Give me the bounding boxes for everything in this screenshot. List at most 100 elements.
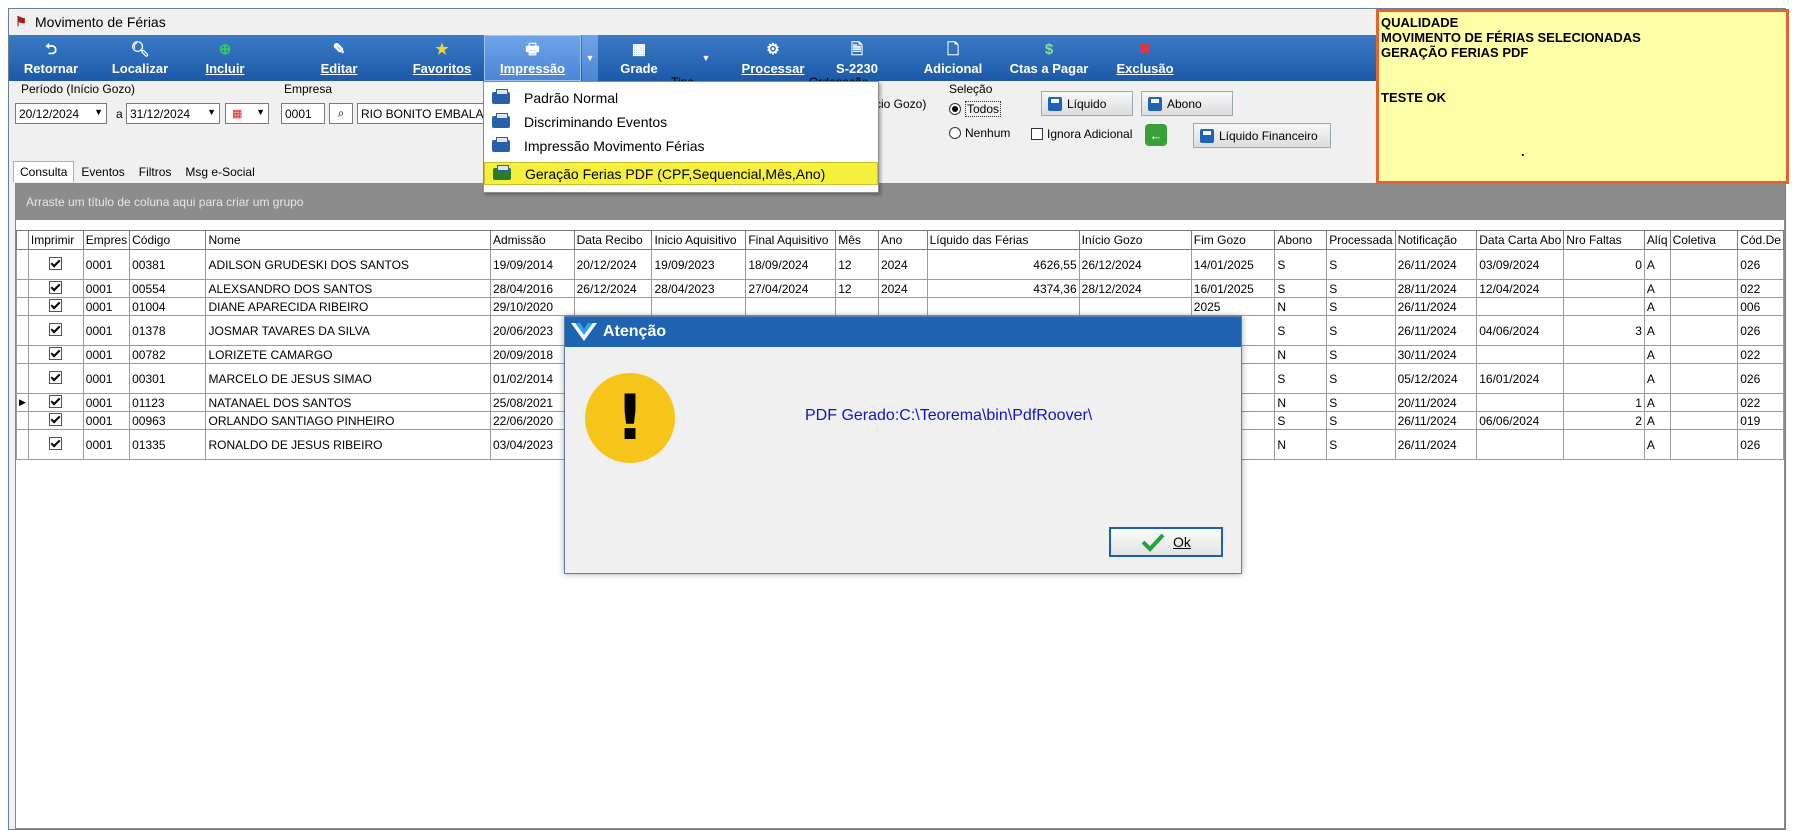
tab-filtros[interactable]: Filtros (132, 161, 179, 183)
red-x-icon: ✖ (1138, 40, 1152, 58)
cell-mes (835, 297, 879, 316)
table-row[interactable]: 0001 00381 ADILSON GRUDESKI DOS SANTOS 19/0… (16, 249, 1784, 280)
menu-item-geracao-pdf[interactable]: Geração Ferias PDF (CPF,Sequencial,Mês,A… (484, 162, 878, 185)
radio-todos[interactable]: Todos (949, 101, 1002, 117)
column-header[interactable]: Cód.De (1737, 230, 1784, 250)
edit-icon: ✎ (332, 40, 346, 58)
imprimir-checkbox[interactable] (27, 393, 84, 412)
editar-button[interactable]: ✎ Editar (309, 35, 369, 81)
date-to-combo[interactable]: 31/12/2024 ▼ (126, 103, 220, 124)
adicional-button[interactable]: 🗋 Adicional (915, 35, 991, 81)
cell-carta: 16/01/2024 (1476, 363, 1565, 394)
imprimir-checkbox[interactable] (27, 429, 84, 460)
ctas-a-pagar-button[interactable]: $ Ctas a Pagar (999, 35, 1099, 81)
imprimir-checkbox[interactable] (27, 411, 84, 430)
column-header[interactable]: Fim Gozo (1190, 230, 1276, 250)
cell-faltas: 0 (1563, 249, 1645, 280)
menu-item-discriminando-eventos[interactable]: Discriminando Eventos (484, 110, 878, 133)
empresa-name-field[interactable]: RIO BONITO EMBALAG (357, 103, 497, 124)
menu-item-padrao-normal[interactable]: Padrão Normal (484, 86, 878, 109)
cell-col (1669, 363, 1739, 394)
print-menu: Padrão Normal Discriminando Eventos Impr… (483, 81, 879, 193)
column-header[interactable]: Nro Faltas (1563, 230, 1645, 250)
cell-carta: 04/06/2024 (1476, 315, 1565, 346)
imprimir-checkbox[interactable] (27, 249, 84, 280)
column-header[interactable]: Ano (877, 230, 928, 250)
grade-button[interactable]: ▦ Grade (602, 35, 676, 81)
row-indicator (16, 249, 29, 280)
calendar-button[interactable]: ▦ ▼ (225, 103, 269, 124)
empresa-code-field[interactable]: 0001 (281, 103, 325, 124)
tab-consulta[interactable]: Consulta (13, 161, 75, 182)
cell-faltas (1563, 297, 1645, 316)
column-header[interactable]: Data Carta Abo (1476, 230, 1565, 250)
ignora-adicional-checkbox[interactable]: Ignora Adicional (1031, 127, 1132, 141)
liquido-financeiro-button[interactable]: Líquido Financeiro (1193, 123, 1331, 148)
column-header[interactable]: Mês (835, 230, 879, 250)
column-header[interactable]: Processada (1326, 230, 1396, 250)
impressao-dropdown-button[interactable]: ▼ (582, 35, 598, 81)
app-icon: ⚑ (15, 14, 27, 29)
cell-nome: MARCELO DE JESUS SIMAO (205, 363, 491, 394)
cell-ig (1078, 297, 1192, 316)
column-header[interactable]: Líquido das Férias (926, 230, 1080, 250)
column-header[interactable]: Alíq (1643, 230, 1671, 250)
cell-liq: 4374,36 (926, 279, 1080, 298)
check-icon (49, 394, 63, 408)
cell-aliq: A (1643, 297, 1671, 316)
cell-faltas: 3 (1563, 315, 1645, 346)
plus-circle-icon: ⊕ (218, 40, 232, 58)
cell-proc: S (1326, 249, 1396, 280)
column-header[interactable]: Admissão (489, 230, 575, 250)
column-header[interactable]: Abono (1274, 230, 1328, 250)
table-row[interactable]: 0001 01004 DIANE APARECIDA RIBEIRO 29/10/20… (16, 297, 1784, 316)
imprimir-checkbox[interactable] (27, 363, 84, 394)
row-indicator (16, 279, 29, 298)
column-header[interactable]: Notificação (1394, 230, 1478, 250)
column-header[interactable]: Empres (82, 230, 131, 250)
cell-col (1669, 393, 1739, 412)
radio-nenhum[interactable]: Nenhum (949, 126, 1010, 140)
cell-emp: 0001 (82, 249, 131, 280)
column-header[interactable] (16, 230, 29, 250)
abono-button[interactable]: Abono (1141, 91, 1233, 116)
column-header[interactable]: Inicio Aquisitivo (651, 230, 747, 250)
printer-icon: 🖶 (525, 40, 540, 58)
ok-button[interactable]: Ok (1109, 527, 1223, 557)
column-header[interactable]: Final Aquisitivo (745, 230, 837, 250)
column-header[interactable]: Coletiva (1669, 230, 1739, 250)
date-from-combo[interactable]: 20/12/2024 ▼ (15, 103, 107, 124)
tab-eventos[interactable]: Eventos (74, 161, 131, 183)
grade-dropdown-button[interactable]: ▼ (699, 35, 713, 81)
impressao-button[interactable]: 🖶 Impressão (484, 35, 581, 81)
incluir-button[interactable]: ⊕ Incluir (195, 35, 255, 81)
favoritos-button[interactable]: ★ Favoritos (403, 35, 481, 81)
imprimir-checkbox[interactable] (27, 345, 84, 364)
cell-col (1669, 279, 1739, 298)
imprimir-checkbox[interactable] (27, 279, 84, 298)
back-arrow-icon[interactable]: ← (1145, 124, 1167, 146)
processar-button[interactable]: ⚙ Processar (725, 35, 821, 81)
group-by-area[interactable]: Arraste um título de coluna aqui para cr… (16, 184, 1784, 220)
column-header[interactable]: Nome (205, 230, 491, 250)
imprimir-checkbox[interactable] (27, 297, 84, 316)
retornar-button[interactable]: ⮌ Retornar (19, 35, 83, 81)
imprimir-checkbox[interactable] (27, 315, 84, 346)
cell-cd: 026 (1737, 363, 1784, 394)
cell-iaq: 19/09/2023 (651, 249, 747, 280)
localizar-button[interactable]: 🔍︎ Localizar (103, 35, 177, 81)
column-header[interactable]: Início Gozo (1078, 230, 1192, 250)
liquido-button[interactable]: Líquido (1041, 91, 1133, 116)
column-header[interactable]: Código (129, 230, 207, 250)
empresa-search-button[interactable]: ⌕ (329, 103, 353, 124)
cell-faltas (1563, 345, 1645, 364)
column-header[interactable]: Imprimir (27, 230, 84, 250)
column-header[interactable]: Data Recibo (573, 230, 653, 250)
exclusao-button[interactable]: ✖ Exclusão (1107, 35, 1183, 81)
cell-ab: N (1274, 297, 1328, 316)
menu-item-impressao-movimento[interactable]: Impressão Movimento Férias (484, 134, 878, 157)
cell-faq: 27/04/2024 (745, 279, 837, 298)
tab-msg-esocial[interactable]: Msg e-Social (178, 161, 261, 183)
cell-adm: 20/06/2023 (489, 315, 575, 346)
table-row[interactable]: 0001 00554 ALEXSANDRO DOS SANTOS 28/04/2016… (16, 279, 1784, 298)
